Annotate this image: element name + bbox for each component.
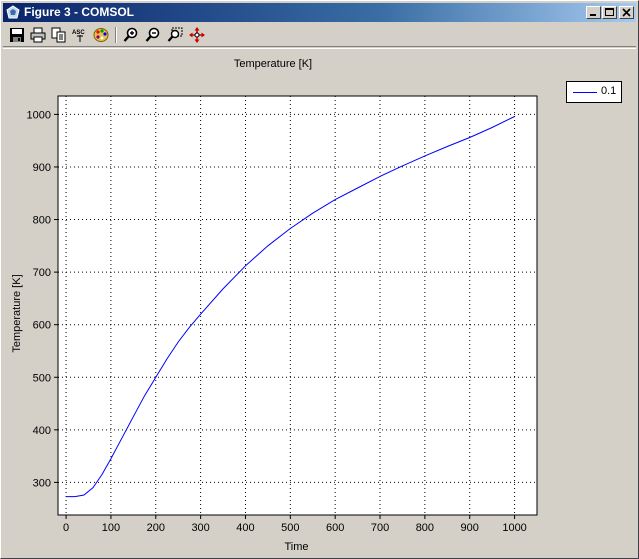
temperature-chart[interactable]: 0 100 200 300 400 500 600 700 800 900 1000 300 400 50… <box>3 49 636 557</box>
x-tick-label: 400 <box>236 522 254 534</box>
maximize-icon <box>605 8 614 16</box>
close-icon <box>622 8 631 17</box>
print-button[interactable] <box>29 26 47 44</box>
y-tick-label: 1000 <box>27 109 51 121</box>
pan-icon <box>189 27 205 43</box>
y-tick-label: 600 <box>33 320 51 332</box>
x-tick-label: 900 <box>461 522 479 534</box>
plot-area <box>57 95 538 516</box>
chart-legend: 0.1 <box>566 81 622 103</box>
legend-series-label: 0.1 <box>601 85 617 97</box>
comsol-logo-icon <box>6 5 20 19</box>
y-axis-label: Temperature [K] <box>11 274 23 352</box>
x-tick-label: 1000 <box>502 522 526 534</box>
x-tick-label: 0 <box>63 522 69 534</box>
figure-canvas: 0 100 200 300 400 500 600 700 800 900 1000 300 400 50… <box>3 48 636 557</box>
y-tick-label: 900 <box>33 162 51 174</box>
figure-window: Figure 3 - COMSOL ASC 0 100 200 300 400 … <box>0 0 639 559</box>
copy-button[interactable] <box>50 26 68 44</box>
zoom-box-button[interactable] <box>166 26 184 44</box>
print-icon <box>30 27 46 43</box>
save-button[interactable] <box>8 26 26 44</box>
window-title: Figure 3 - COMSOL <box>24 5 135 19</box>
zoom-in-button[interactable] <box>122 26 140 44</box>
x-tick-label: 500 <box>281 522 299 534</box>
save-icon <box>10 28 24 42</box>
x-axis-label: Time <box>284 541 308 553</box>
title-bar[interactable]: Figure 3 - COMSOL <box>3 3 636 22</box>
y-tick-label: 300 <box>33 477 51 489</box>
y-tick-label: 700 <box>33 267 51 279</box>
x-tick-label: 800 <box>416 522 434 534</box>
minimize-button[interactable] <box>586 6 601 19</box>
palette-icon <box>93 28 109 42</box>
zoom-out-icon <box>145 27 160 42</box>
x-tick-label: 700 <box>371 522 389 534</box>
copy-icon <box>51 27 66 43</box>
chart-title: Temperature [K] <box>234 58 312 70</box>
x-tick-label: 600 <box>326 522 344 534</box>
y-tick-label: 500 <box>33 372 51 384</box>
legend-series-swatch <box>573 92 597 93</box>
ascii-export-label: ASC <box>72 30 85 36</box>
x-tick-label: 300 <box>191 522 209 534</box>
y-tick-label: 400 <box>33 425 51 437</box>
zoom-box-icon <box>167 27 183 42</box>
toolbar-separator <box>115 27 117 43</box>
palette-button[interactable] <box>92 26 110 44</box>
minimize-icon <box>590 14 596 16</box>
maximize-button[interactable] <box>602 6 617 19</box>
zoom-in-icon <box>123 27 138 42</box>
ascii-export-icon: ASC <box>72 30 85 42</box>
y-tick-label: 800 <box>33 215 51 227</box>
x-tick-label: 100 <box>102 522 120 534</box>
toolbar: ASC <box>3 24 636 47</box>
x-tick-label: 200 <box>147 522 165 534</box>
pan-button[interactable] <box>188 26 206 44</box>
close-button[interactable] <box>619 6 634 19</box>
ascii-export-button[interactable]: ASC <box>71 26 89 44</box>
zoom-out-button[interactable] <box>144 26 162 44</box>
